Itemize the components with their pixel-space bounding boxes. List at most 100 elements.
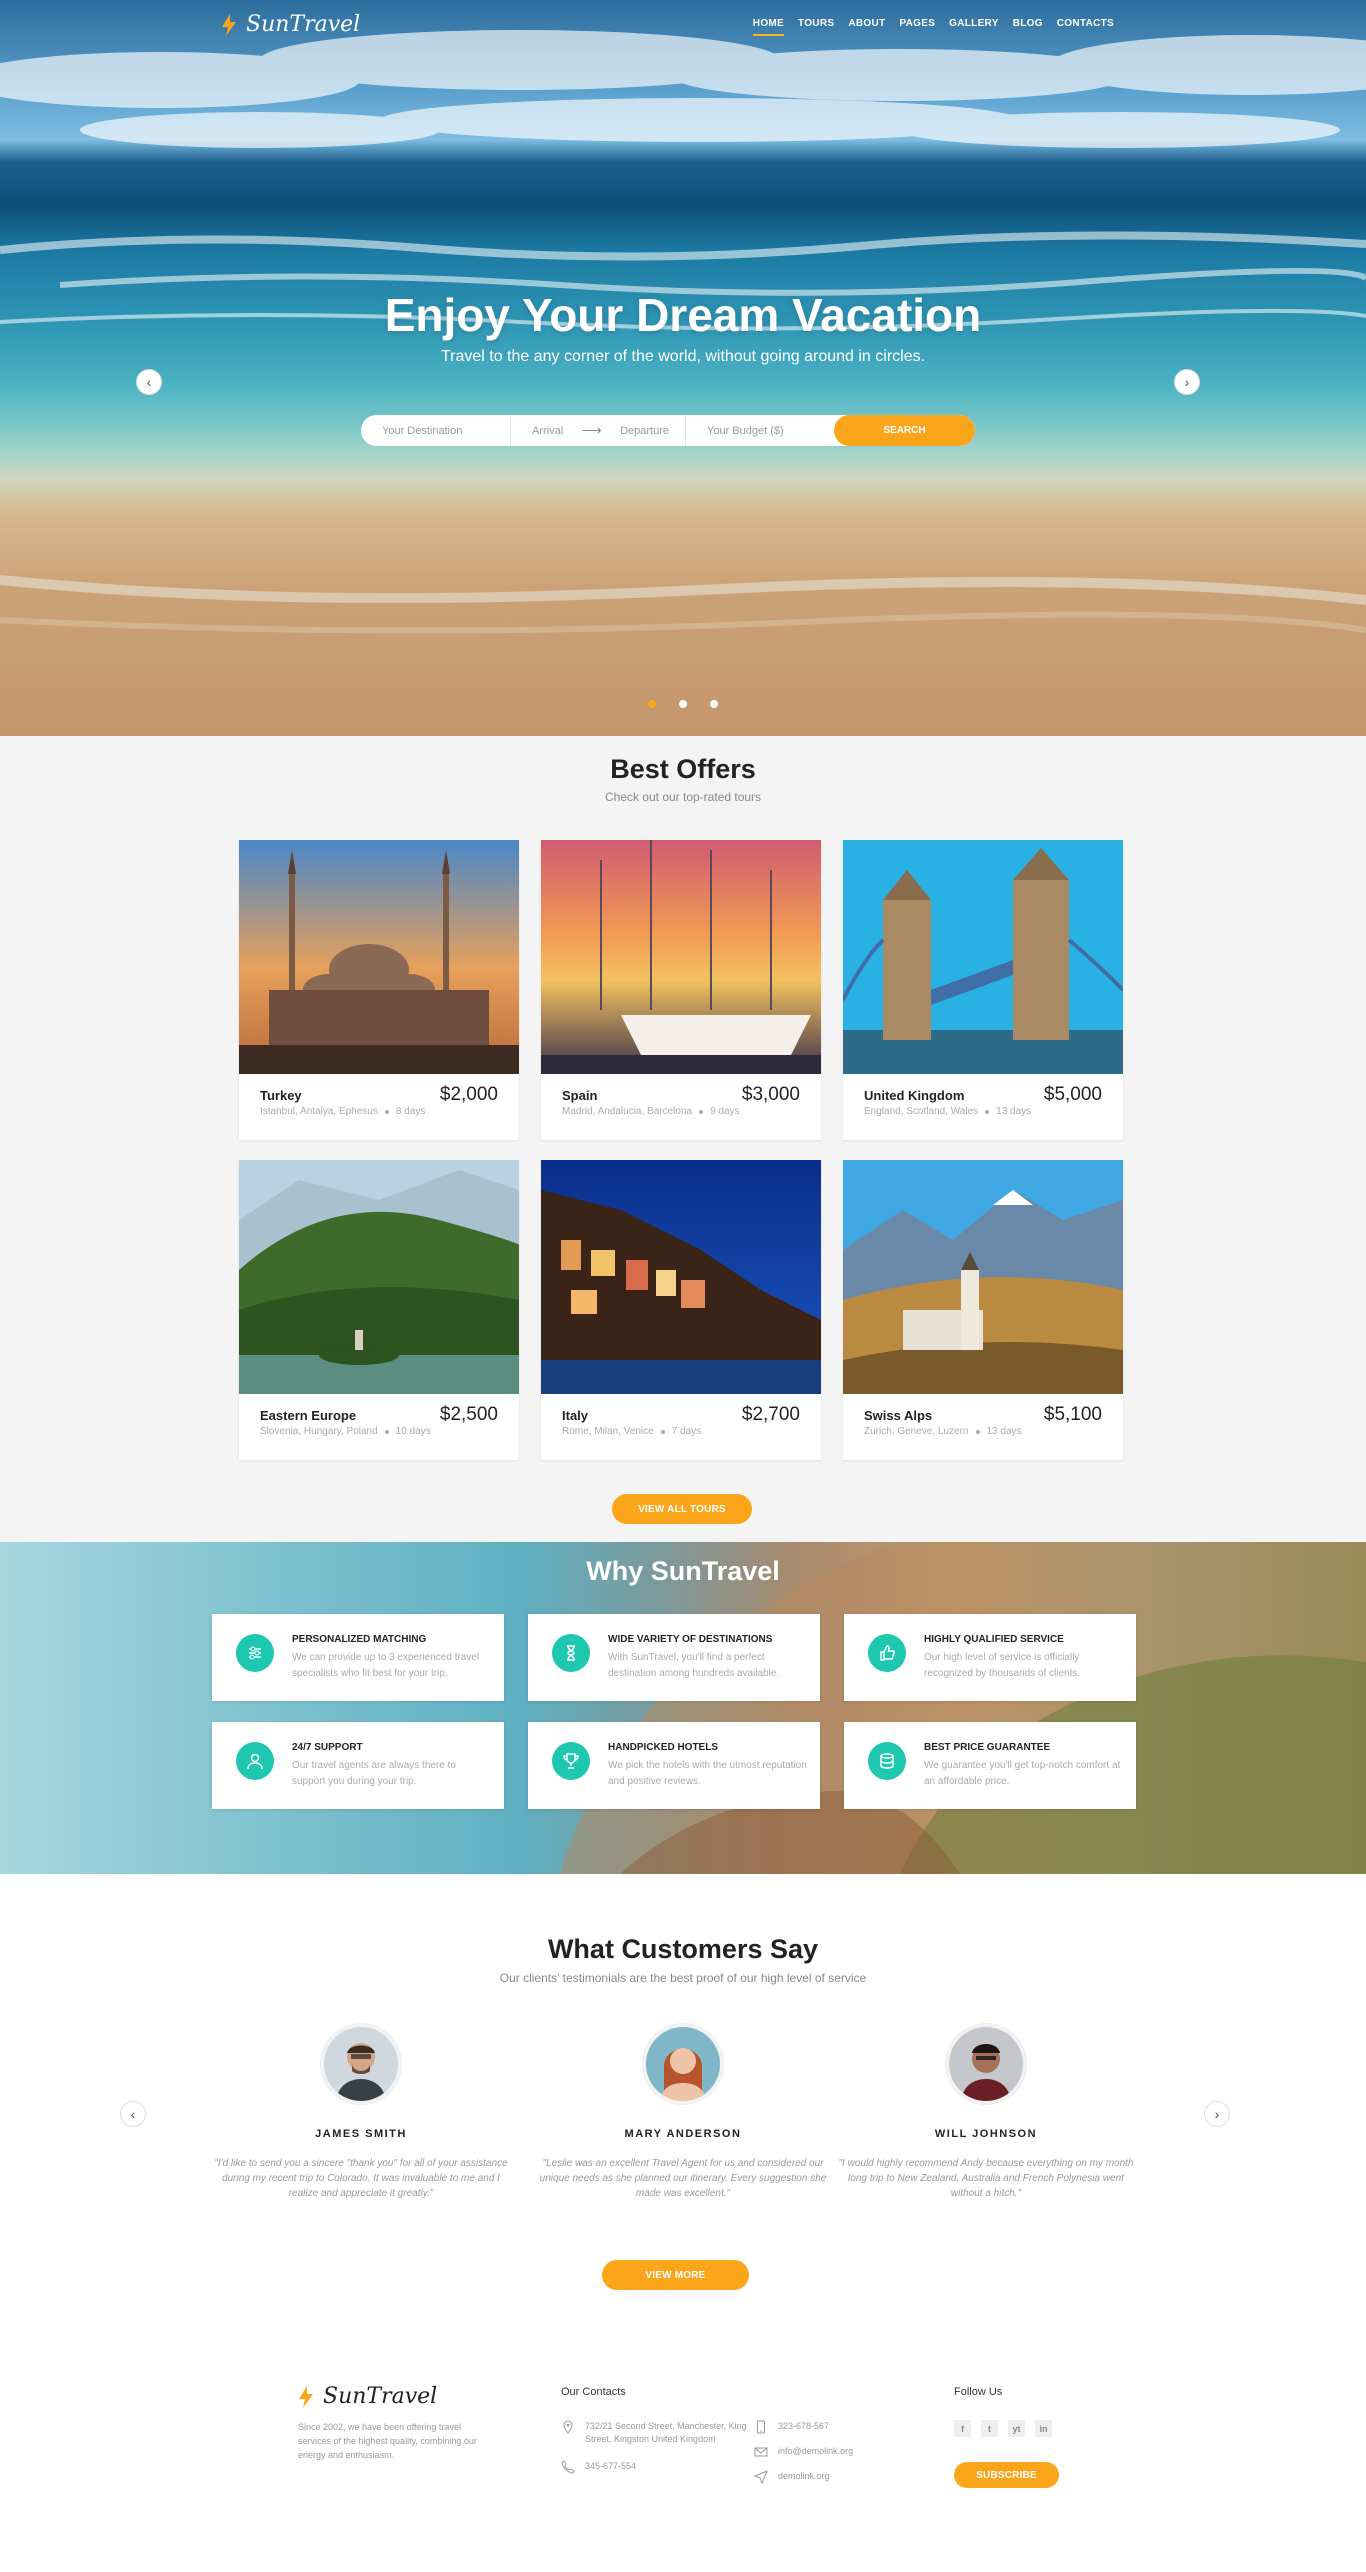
tour-image-united-kingdom[interactable]: [843, 840, 1123, 1074]
menu-item-tours[interactable]: TOURS: [798, 18, 834, 29]
tour-places: Istanbul, Antalya, Ephesus: [260, 1106, 378, 1117]
customer-name: MARY ANDERSON: [624, 2128, 742, 2140]
slider-dot-1[interactable]: [648, 700, 656, 708]
feature-text: We pick the hotels with the utmost reput…: [608, 1760, 807, 1787]
website-text: demolink.org: [778, 2471, 830, 2481]
youtube-icon[interactable]: yt: [1008, 2420, 1025, 2437]
tour-image-italy[interactable]: [541, 1160, 821, 1394]
slider-dot-3[interactable]: [710, 700, 718, 708]
top-navigation: SunTravel HOME TOURS ABOUT PAGES GALLERY…: [0, 0, 1366, 50]
slider-next-button[interactable]: ›: [1174, 369, 1200, 395]
feature-card: HANDPICKED HOTELS We pick the hotels wit…: [528, 1722, 820, 1809]
tour-meta: Slovenia, Hungary, Poland 10 days: [260, 1426, 431, 1437]
tour-meta: Rome, Milan, Venice 7 days: [562, 1426, 701, 1437]
departure-input[interactable]: Departure: [620, 425, 669, 437]
tour-meta: Zurich, Geneve, Luzern 13 days: [864, 1426, 1022, 1437]
tour-duration: 9 days: [710, 1106, 740, 1117]
customer-name: JAMES SMITH: [315, 2128, 407, 2140]
tour-image-turkey[interactable]: [239, 840, 519, 1074]
date-range-input[interactable]: Arrival ⟶ Departure: [511, 415, 686, 446]
tour-image-eastern-europe[interactable]: [239, 1160, 519, 1394]
mobile-icon: [757, 2420, 765, 2434]
facebook-icon[interactable]: f: [954, 2420, 971, 2437]
address-text: 732/21 Second Street, Manchester, King S…: [585, 2421, 747, 2444]
tour-duration: 10 days: [395, 1426, 431, 1437]
feature-card: BEST PRICE GUARANTEE We guarantee you'll…: [844, 1722, 1136, 1809]
tour-image-spain[interactable]: [541, 840, 821, 1074]
tour-name: United Kingdom: [864, 1088, 965, 1103]
feature-card: HIGHLY QUALIFIED SERVICE Our high level …: [844, 1614, 1136, 1701]
footer-about: Since 2002, we have been offering travel…: [298, 2422, 477, 2460]
bullet-icon: [384, 1109, 389, 1114]
menu-item-blog[interactable]: BLOG: [1013, 18, 1043, 29]
tour-name: Swiss Alps: [864, 1408, 933, 1423]
feature-text: We guarantee you'll get top-notch comfor…: [924, 1760, 1121, 1787]
tour-card[interactable]: Spain $3,000 Madrid, Andalucia, Barcelon…: [541, 840, 821, 1140]
user-icon: [236, 1742, 274, 1780]
footer-logo[interactable]: SunTravel: [297, 2384, 437, 2409]
site-footer: SunTravel Since 2002, we have been offer…: [0, 2344, 1366, 2572]
feature-card: WIDE VARIETY OF DESTINATIONS With SunTra…: [528, 1614, 820, 1701]
slider-dot-2[interactable]: [679, 700, 687, 708]
menu-item-about[interactable]: ABOUT: [848, 18, 885, 29]
customer-quote: "I would highly recommend Andy because e…: [838, 2158, 1134, 2199]
phone-icon: [561, 2460, 575, 2474]
tour-price: $2,000: [439, 1084, 498, 1105]
thumbs-up-icon: [868, 1634, 906, 1672]
best-offers-section: Best Offers Check out our top-rated tour…: [0, 736, 1366, 1542]
contact-website[interactable]: demolink.org: [754, 2470, 830, 2484]
tour-duration: 7 days: [671, 1426, 702, 1437]
tour-price: $2,500: [439, 1404, 498, 1425]
tour-image-swiss-alps[interactable]: [843, 1160, 1123, 1394]
feature-title: 24/7 SUPPORT: [292, 1742, 363, 1753]
tour-card[interactable]: Italy $2,700 Rome, Milan, Venice 7 days: [541, 1160, 821, 1460]
menu-item-pages[interactable]: PAGES: [899, 18, 935, 29]
menu-item-home[interactable]: HOME: [752, 18, 785, 36]
tour-card[interactable]: Turkey $2,000 Istanbul, Antalya, Ephesus…: [239, 840, 519, 1140]
bullet-icon: [699, 1109, 704, 1114]
tour-places: England, Scotland, Wales: [864, 1106, 979, 1117]
testimonials-subtitle: Our clients' testimonials are the best p…: [499, 1971, 867, 1985]
arrival-input[interactable]: Arrival: [532, 425, 563, 437]
testimonials-section: What Customers Say Our clients' testimon…: [0, 1874, 1366, 2344]
tour-card[interactable]: Swiss Alps $5,100 Zurich, Geneve, Luzern…: [843, 1160, 1123, 1460]
contact-email[interactable]: info@demolink.org: [754, 2445, 853, 2459]
email-text: info@demolink.org: [778, 2446, 854, 2456]
linkedin-icon[interactable]: in: [1035, 2420, 1052, 2437]
brand-logo[interactable]: SunTravel: [220, 12, 360, 37]
view-more-button[interactable]: VIEW MORE: [602, 2260, 749, 2290]
slider-prev-button[interactable]: ‹: [136, 369, 162, 395]
chevron-left-icon: ‹: [146, 374, 152, 390]
tour-card[interactable]: Eastern Europe $2,500 Slovenia, Hungary,…: [239, 1160, 519, 1460]
view-all-tours-button[interactable]: VIEW ALL TOURS: [612, 1494, 752, 1524]
follow-heading: Follow Us: [954, 2386, 1003, 2398]
shore-decoration: [0, 575, 1366, 634]
testimonials-next-button[interactable]: ›: [1204, 2101, 1230, 2127]
testimonial-item: MARY ANDERSON "Leslie was an excellent T…: [533, 2024, 833, 2201]
tour-card[interactable]: United Kingdom $5,000 England, Scotland,…: [843, 840, 1123, 1140]
contact-mobile[interactable]: 323-678-567: [754, 2420, 829, 2434]
testimonials-prev-button[interactable]: ‹: [120, 2101, 146, 2127]
search-button[interactable]: SEARCH: [834, 415, 975, 446]
coins-icon: [868, 1742, 906, 1780]
subscribe-button[interactable]: SUBSCRIBE: [954, 2462, 1059, 2488]
feature-text: Our travel agents are always there to su…: [292, 1760, 456, 1787]
social-links: f t yt in: [954, 2420, 1052, 2437]
feature-text: We can provide up to 3 experienced trave…: [292, 1652, 480, 1679]
trophy-icon: [552, 1742, 590, 1780]
tour-places: Zurich, Geneve, Luzern: [864, 1426, 969, 1437]
tour-price: $2,700: [741, 1404, 800, 1425]
sliders-icon: [236, 1634, 274, 1672]
budget-input[interactable]: Your Budget ($): [686, 415, 834, 446]
why-title: Why SunTravel: [586, 1556, 780, 1586]
menu-item-contacts[interactable]: CONTACTS: [1057, 18, 1114, 29]
feature-text: With SunTravel, you'll find a perfect de…: [608, 1652, 780, 1679]
bullet-icon: [985, 1109, 990, 1114]
avatar: [321, 2024, 401, 2104]
contact-phone[interactable]: 345-677-554: [561, 2460, 636, 2474]
customer-name: WILL JOHNSON: [934, 2128, 1038, 2140]
twitter-icon[interactable]: t: [981, 2420, 998, 2437]
destination-input[interactable]: Your Destination: [361, 415, 511, 446]
menu-item-gallery[interactable]: GALLERY: [949, 18, 999, 29]
avatar: [946, 2024, 1026, 2104]
